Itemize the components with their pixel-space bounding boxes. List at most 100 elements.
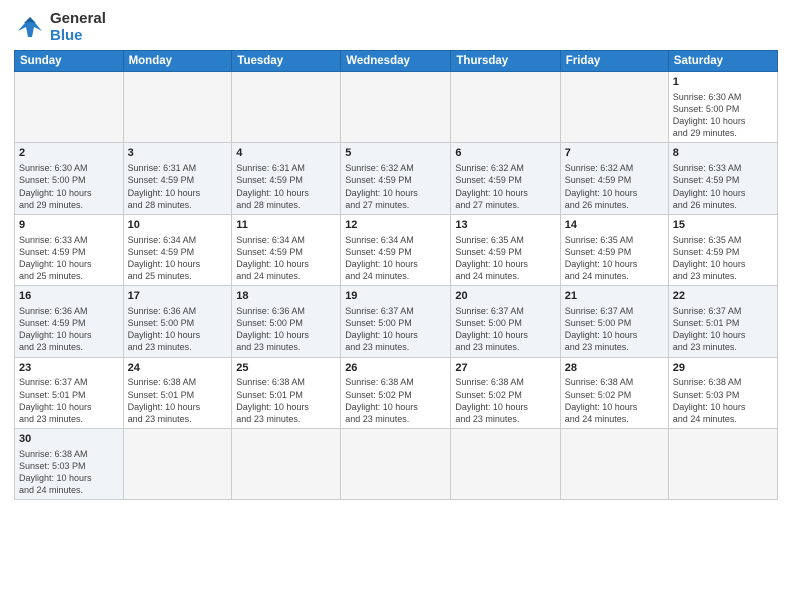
weekday-header-row: SundayMondayTuesdayWednesdayThursdayFrid…: [15, 51, 778, 72]
calendar-week-row: 2Sunrise: 6:30 AM Sunset: 5:00 PM Daylig…: [15, 143, 778, 214]
calendar-cell: 18Sunrise: 6:36 AM Sunset: 5:00 PM Dayli…: [232, 286, 341, 357]
calendar-cell: [560, 72, 668, 143]
calendar-cell: [451, 429, 560, 500]
day-info: Sunrise: 6:38 AM Sunset: 5:03 PM Dayligh…: [19, 448, 119, 497]
day-info: Sunrise: 6:38 AM Sunset: 5:01 PM Dayligh…: [128, 376, 228, 425]
day-number: 11: [236, 218, 336, 233]
day-number: 15: [673, 218, 773, 233]
day-info: Sunrise: 6:34 AM Sunset: 4:59 PM Dayligh…: [128, 234, 228, 283]
day-number: 5: [345, 146, 446, 161]
day-info: Sunrise: 6:37 AM Sunset: 5:01 PM Dayligh…: [19, 376, 119, 425]
calendar-cell: 22Sunrise: 6:37 AM Sunset: 5:01 PM Dayli…: [668, 286, 777, 357]
day-number: 6: [455, 146, 555, 161]
calendar-cell: 28Sunrise: 6:38 AM Sunset: 5:02 PM Dayli…: [560, 357, 668, 428]
day-number: 1: [673, 75, 773, 90]
calendar-cell: 5Sunrise: 6:32 AM Sunset: 4:59 PM Daylig…: [341, 143, 451, 214]
day-info: Sunrise: 6:33 AM Sunset: 4:59 PM Dayligh…: [673, 162, 773, 211]
calendar-cell: [341, 429, 451, 500]
calendar-cell: 3Sunrise: 6:31 AM Sunset: 4:59 PM Daylig…: [123, 143, 232, 214]
day-info: Sunrise: 6:37 AM Sunset: 5:00 PM Dayligh…: [455, 305, 555, 354]
day-number: 14: [565, 218, 664, 233]
day-number: 22: [673, 289, 773, 304]
calendar-cell: 23Sunrise: 6:37 AM Sunset: 5:01 PM Dayli…: [15, 357, 124, 428]
calendar-cell: [123, 429, 232, 500]
day-number: 9: [19, 218, 119, 233]
day-info: Sunrise: 6:37 AM Sunset: 5:00 PM Dayligh…: [345, 305, 446, 354]
calendar-week-row: 30Sunrise: 6:38 AM Sunset: 5:03 PM Dayli…: [15, 429, 778, 500]
weekday-header: Saturday: [668, 51, 777, 72]
weekday-header: Monday: [123, 51, 232, 72]
day-info: Sunrise: 6:34 AM Sunset: 4:59 PM Dayligh…: [345, 234, 446, 283]
calendar-cell: [451, 72, 560, 143]
weekday-header: Friday: [560, 51, 668, 72]
day-number: 28: [565, 361, 664, 376]
day-number: 27: [455, 361, 555, 376]
calendar-cell: [668, 429, 777, 500]
logo: General Blue: [14, 10, 106, 44]
day-number: 2: [19, 146, 119, 161]
day-number: 23: [19, 361, 119, 376]
logo-text: General Blue: [50, 10, 106, 44]
day-info: Sunrise: 6:32 AM Sunset: 4:59 PM Dayligh…: [345, 162, 446, 211]
day-info: Sunrise: 6:38 AM Sunset: 5:03 PM Dayligh…: [673, 376, 773, 425]
day-number: 17: [128, 289, 228, 304]
day-info: Sunrise: 6:37 AM Sunset: 5:01 PM Dayligh…: [673, 305, 773, 354]
calendar-cell: [341, 72, 451, 143]
weekday-header: Tuesday: [232, 51, 341, 72]
day-number: 19: [345, 289, 446, 304]
day-info: Sunrise: 6:33 AM Sunset: 4:59 PM Dayligh…: [19, 234, 119, 283]
calendar-table: SundayMondayTuesdayWednesdayThursdayFrid…: [14, 50, 778, 500]
calendar-cell: 25Sunrise: 6:38 AM Sunset: 5:01 PM Dayli…: [232, 357, 341, 428]
calendar-cell: 7Sunrise: 6:32 AM Sunset: 4:59 PM Daylig…: [560, 143, 668, 214]
day-info: Sunrise: 6:35 AM Sunset: 4:59 PM Dayligh…: [565, 234, 664, 283]
day-number: 18: [236, 289, 336, 304]
day-number: 12: [345, 218, 446, 233]
calendar-cell: [15, 72, 124, 143]
calendar-cell: 8Sunrise: 6:33 AM Sunset: 4:59 PM Daylig…: [668, 143, 777, 214]
calendar-cell: 21Sunrise: 6:37 AM Sunset: 5:00 PM Dayli…: [560, 286, 668, 357]
day-number: 4: [236, 146, 336, 161]
day-number: 30: [19, 432, 119, 447]
day-number: 26: [345, 361, 446, 376]
day-number: 10: [128, 218, 228, 233]
day-number: 21: [565, 289, 664, 304]
calendar-cell: 11Sunrise: 6:34 AM Sunset: 4:59 PM Dayli…: [232, 214, 341, 285]
calendar-cell: 16Sunrise: 6:36 AM Sunset: 4:59 PM Dayli…: [15, 286, 124, 357]
day-number: 13: [455, 218, 555, 233]
day-info: Sunrise: 6:37 AM Sunset: 5:00 PM Dayligh…: [565, 305, 664, 354]
day-info: Sunrise: 6:31 AM Sunset: 4:59 PM Dayligh…: [128, 162, 228, 211]
day-info: Sunrise: 6:34 AM Sunset: 4:59 PM Dayligh…: [236, 234, 336, 283]
calendar-cell: 4Sunrise: 6:31 AM Sunset: 4:59 PM Daylig…: [232, 143, 341, 214]
day-number: 7: [565, 146, 664, 161]
day-info: Sunrise: 6:36 AM Sunset: 5:00 PM Dayligh…: [236, 305, 336, 354]
calendar-cell: 6Sunrise: 6:32 AM Sunset: 4:59 PM Daylig…: [451, 143, 560, 214]
day-info: Sunrise: 6:36 AM Sunset: 5:00 PM Dayligh…: [128, 305, 228, 354]
calendar-week-row: 1Sunrise: 6:30 AM Sunset: 5:00 PM Daylig…: [15, 72, 778, 143]
calendar-cell: 10Sunrise: 6:34 AM Sunset: 4:59 PM Dayli…: [123, 214, 232, 285]
day-info: Sunrise: 6:35 AM Sunset: 4:59 PM Dayligh…: [455, 234, 555, 283]
day-number: 3: [128, 146, 228, 161]
day-info: Sunrise: 6:38 AM Sunset: 5:02 PM Dayligh…: [455, 376, 555, 425]
day-info: Sunrise: 6:32 AM Sunset: 4:59 PM Dayligh…: [565, 162, 664, 211]
calendar-cell: 13Sunrise: 6:35 AM Sunset: 4:59 PM Dayli…: [451, 214, 560, 285]
day-number: 25: [236, 361, 336, 376]
weekday-header: Sunday: [15, 51, 124, 72]
weekday-header: Wednesday: [341, 51, 451, 72]
calendar-cell: 1Sunrise: 6:30 AM Sunset: 5:00 PM Daylig…: [668, 72, 777, 143]
day-info: Sunrise: 6:38 AM Sunset: 5:01 PM Dayligh…: [236, 376, 336, 425]
calendar-cell: [232, 72, 341, 143]
day-info: Sunrise: 6:30 AM Sunset: 5:00 PM Dayligh…: [19, 162, 119, 211]
calendar-cell: 29Sunrise: 6:38 AM Sunset: 5:03 PM Dayli…: [668, 357, 777, 428]
calendar-cell: 14Sunrise: 6:35 AM Sunset: 4:59 PM Dayli…: [560, 214, 668, 285]
day-info: Sunrise: 6:30 AM Sunset: 5:00 PM Dayligh…: [673, 91, 773, 140]
day-info: Sunrise: 6:31 AM Sunset: 4:59 PM Dayligh…: [236, 162, 336, 211]
day-number: 24: [128, 361, 228, 376]
weekday-header: Thursday: [451, 51, 560, 72]
calendar-cell: 19Sunrise: 6:37 AM Sunset: 5:00 PM Dayli…: [341, 286, 451, 357]
calendar-cell: 27Sunrise: 6:38 AM Sunset: 5:02 PM Dayli…: [451, 357, 560, 428]
calendar-cell: 17Sunrise: 6:36 AM Sunset: 5:00 PM Dayli…: [123, 286, 232, 357]
calendar-cell: 2Sunrise: 6:30 AM Sunset: 5:00 PM Daylig…: [15, 143, 124, 214]
calendar-week-row: 9Sunrise: 6:33 AM Sunset: 4:59 PM Daylig…: [15, 214, 778, 285]
day-number: 8: [673, 146, 773, 161]
calendar-cell: 12Sunrise: 6:34 AM Sunset: 4:59 PM Dayli…: [341, 214, 451, 285]
